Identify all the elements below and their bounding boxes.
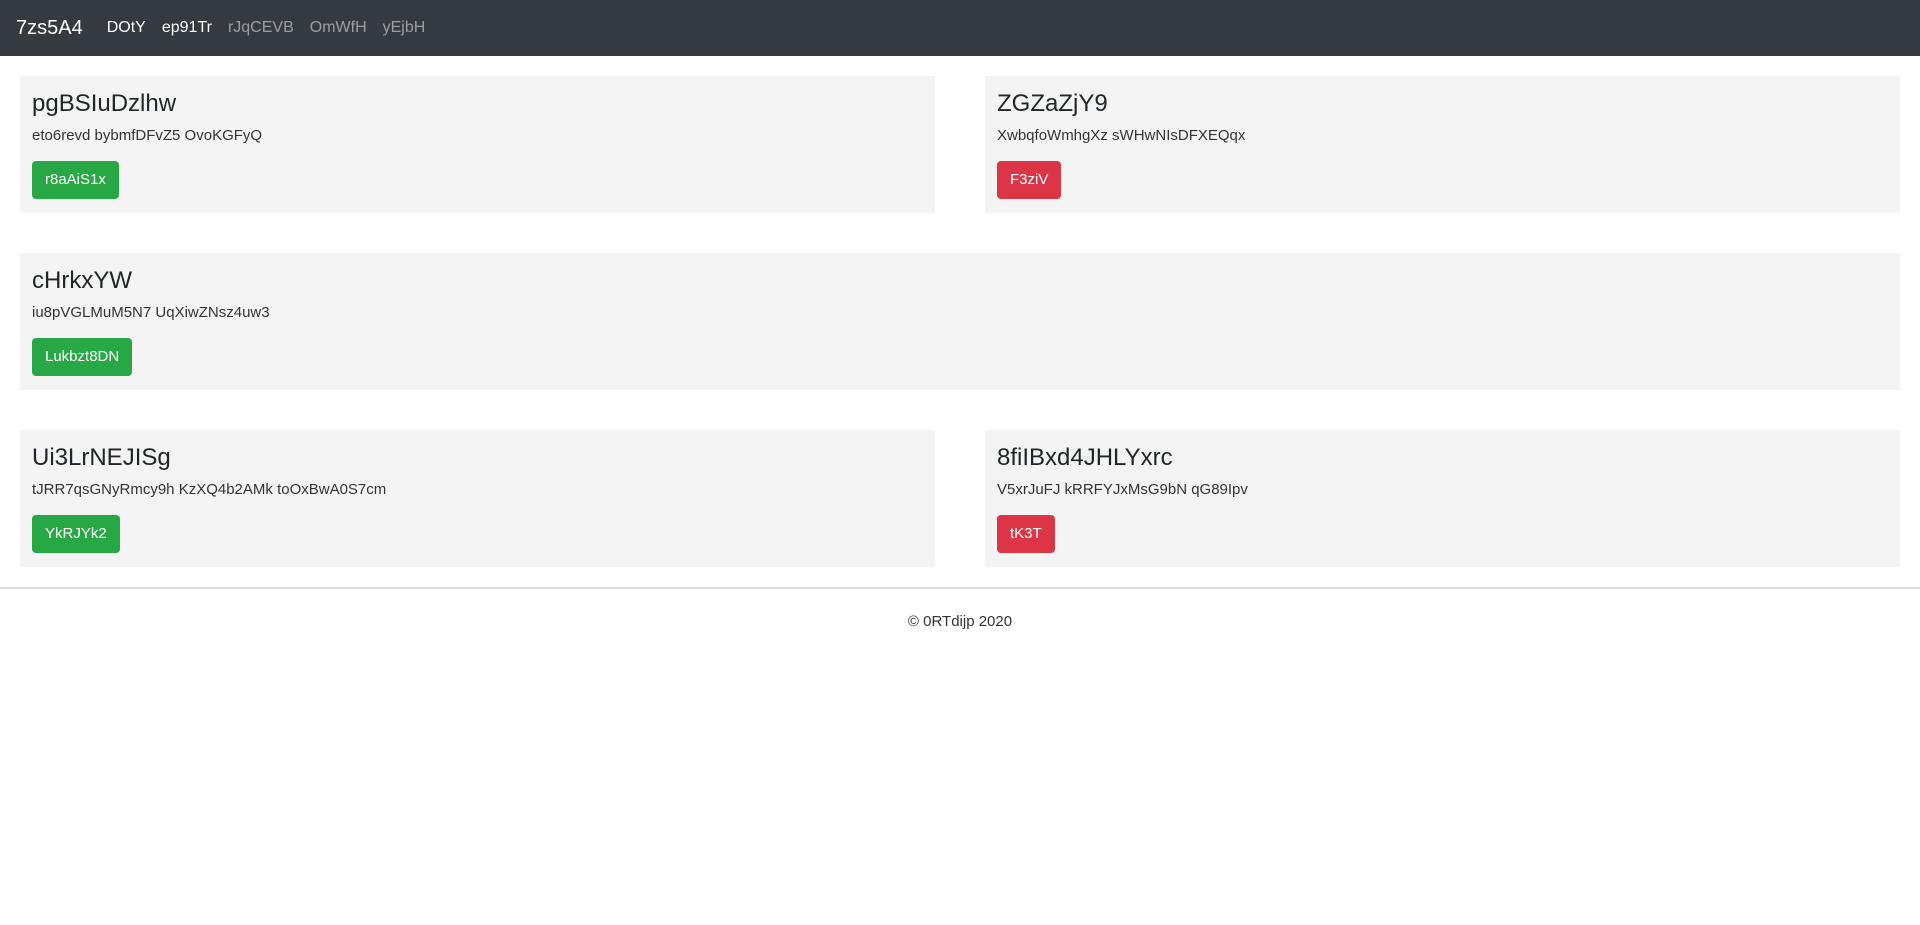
card-action-button[interactable]: tK3T [997, 514, 1055, 553]
footer-copyright: © 0RTdijp 2020 [907, 613, 1013, 630]
card-text: iu8pVGLMuM5N7 UqXiwZNsz4uw3 [32, 303, 270, 321]
card-action-button[interactable]: Lukbzt8DN [32, 337, 133, 376]
card-row-2: cHrkxYW iu8pVGLMuM5N7 UqXiwZNsz4uw3 Lukb… [20, 253, 1900, 390]
card-title: cHrkxYW [32, 267, 132, 294]
card-title: pgBSIuDzlhw [32, 90, 177, 117]
card-text: V5xrJuFJ kRRFYJxMsG9bN qG89Ipv [997, 480, 1248, 498]
card-row-3: Ui3LrNEJISg tJRR7qsGNyRmcy9h KzXQ4b2AMk … [20, 430, 1900, 567]
card-3: cHrkxYW iu8pVGLMuM5N7 UqXiwZNsz4uw3 Lukb… [20, 253, 1900, 390]
card-text: tJRR7qsGNyRmcy9h KzXQ4b2AMk toOxBwA0S7cm [32, 480, 387, 498]
card-2: ZGZaZjY9 XwbqfoWmhgXz sWHwNIsDFXEQqx F3z… [985, 76, 1900, 213]
card-4: Ui3LrNEJISg tJRR7qsGNyRmcy9h KzXQ4b2AMk … [20, 430, 935, 567]
nav-link-5[interactable]: yEjbH [383, 19, 426, 37]
card-action-button[interactable]: r8aAiS1x [32, 160, 119, 199]
nav-link-1[interactable]: DOtY [107, 19, 146, 37]
card-title: 8fiIBxd4JHLYxrc [997, 444, 1173, 471]
card-title: Ui3LrNEJISg [32, 444, 171, 471]
main-content: pgBSIuDzlhw eto6revd bybmfDFvZ5 OvoKGFyQ… [0, 56, 1920, 567]
card-action-button[interactable]: YkRJYk2 [32, 514, 120, 553]
page-footer: © 0RTdijp 2020 [0, 589, 1920, 630]
card-text: eto6revd bybmfDFvZ5 OvoKGFyQ [32, 126, 263, 144]
navbar-brand[interactable]: 7zs5A4 [16, 17, 83, 40]
card-1: pgBSIuDzlhw eto6revd bybmfDFvZ5 OvoKGFyQ… [20, 76, 935, 213]
top-navbar: 7zs5A4 DOtY ep91Tr rJqCEVB OmWfH yEjbH [0, 0, 1920, 56]
nav-link-4[interactable]: OmWfH [310, 19, 367, 37]
nav-link-3[interactable]: rJqCEVB [228, 19, 294, 37]
card-action-button[interactable]: F3ziV [997, 160, 1062, 199]
card-title: ZGZaZjY9 [997, 90, 1108, 117]
nav-link-2[interactable]: ep91Tr [162, 19, 212, 37]
card-row-1: pgBSIuDzlhw eto6revd bybmfDFvZ5 OvoKGFyQ… [20, 76, 1900, 213]
card-text: XwbqfoWmhgXz sWHwNIsDFXEQqx [997, 126, 1246, 144]
card-5: 8fiIBxd4JHLYxrc V5xrJuFJ kRRFYJxMsG9bN q… [985, 430, 1900, 567]
